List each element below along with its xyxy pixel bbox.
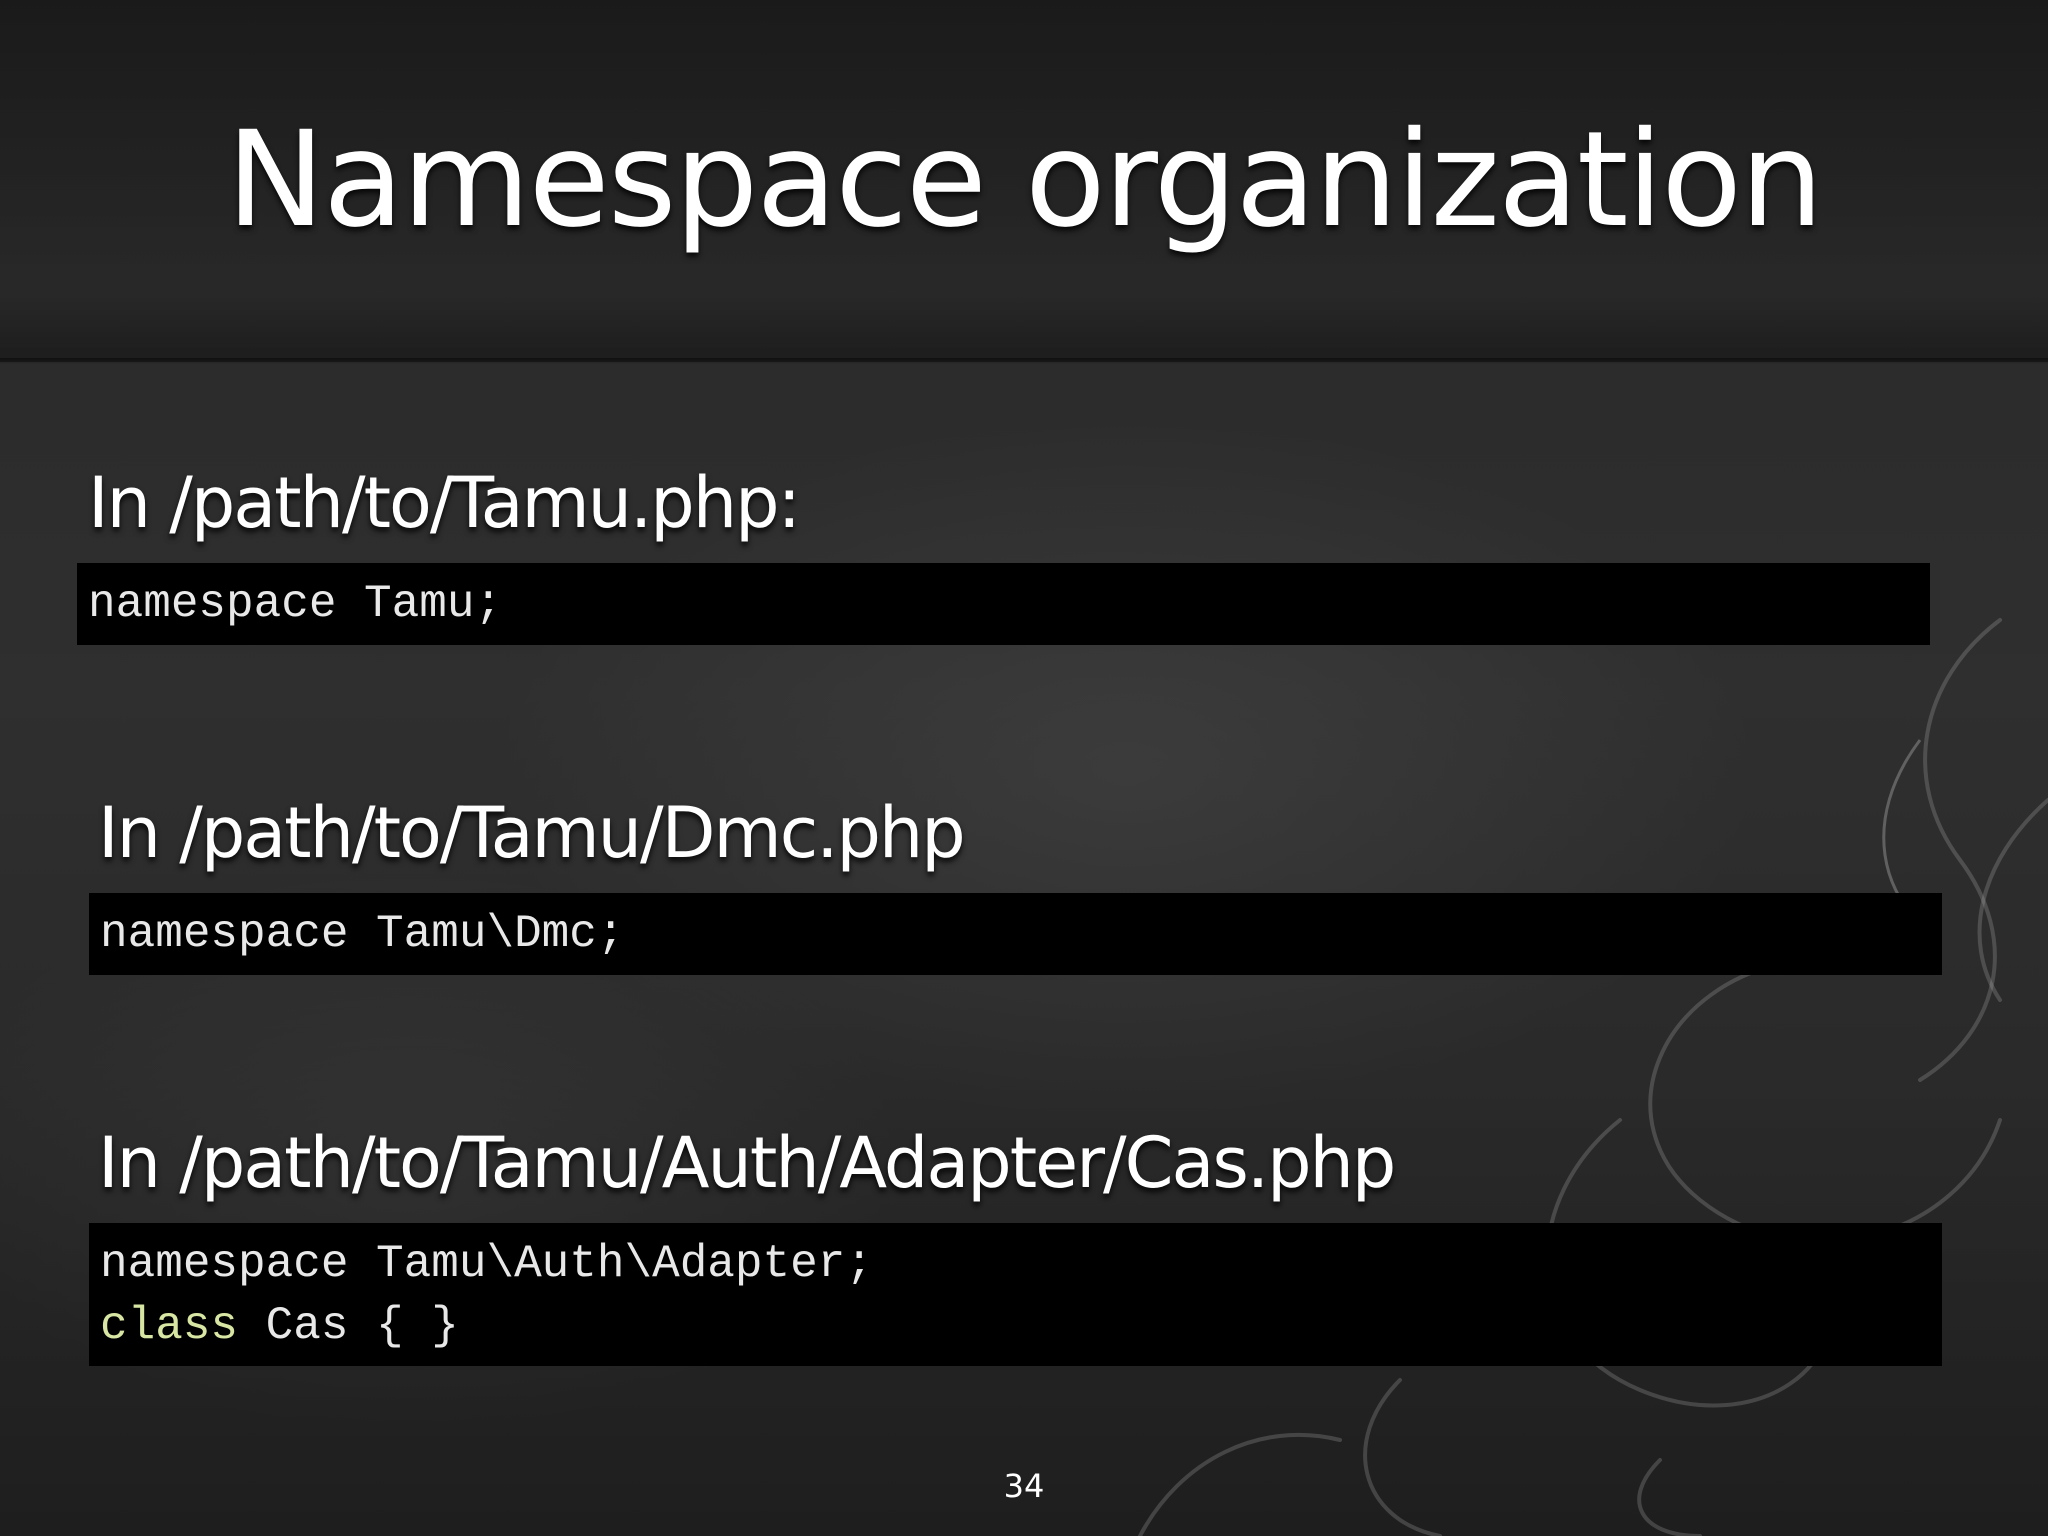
slide-title: Namespace organization — [226, 103, 1823, 257]
section-1-code-block: namespace Tamu; — [77, 563, 1930, 645]
chalk-swirl-decoration — [1138, 618, 2048, 1536]
title-band-edge — [0, 358, 2048, 364]
section-2-code-line: namespace Tamu\Dmc; — [100, 908, 625, 960]
section-3-label: In /path/to/Tamu/Auth/Adapter/Cas.php — [98, 1122, 1396, 1204]
section-3-code-line-2: class Cas { } — [89, 1295, 1942, 1357]
class-keyword: class — [100, 1300, 239, 1352]
class-declaration: Cas { } — [238, 1300, 459, 1352]
page-number: 34 — [1003, 1467, 1045, 1505]
slide: Namespace organization In /path/to/Tamu.… — [0, 0, 2048, 1536]
section-1-label: In /path/to/Tamu.php: — [88, 462, 801, 544]
section-3-code-line-1: namespace Tamu\Auth\Adapter; — [100, 1238, 873, 1290]
section-2-code-block: namespace Tamu\Dmc; — [89, 893, 1942, 975]
section-1-code-line: namespace Tamu; — [88, 578, 503, 630]
section-2-label: In /path/to/Tamu/Dmc.php — [98, 792, 966, 874]
section-3-code-block: namespace Tamu\Auth\Adapter; class Cas {… — [89, 1223, 1942, 1366]
